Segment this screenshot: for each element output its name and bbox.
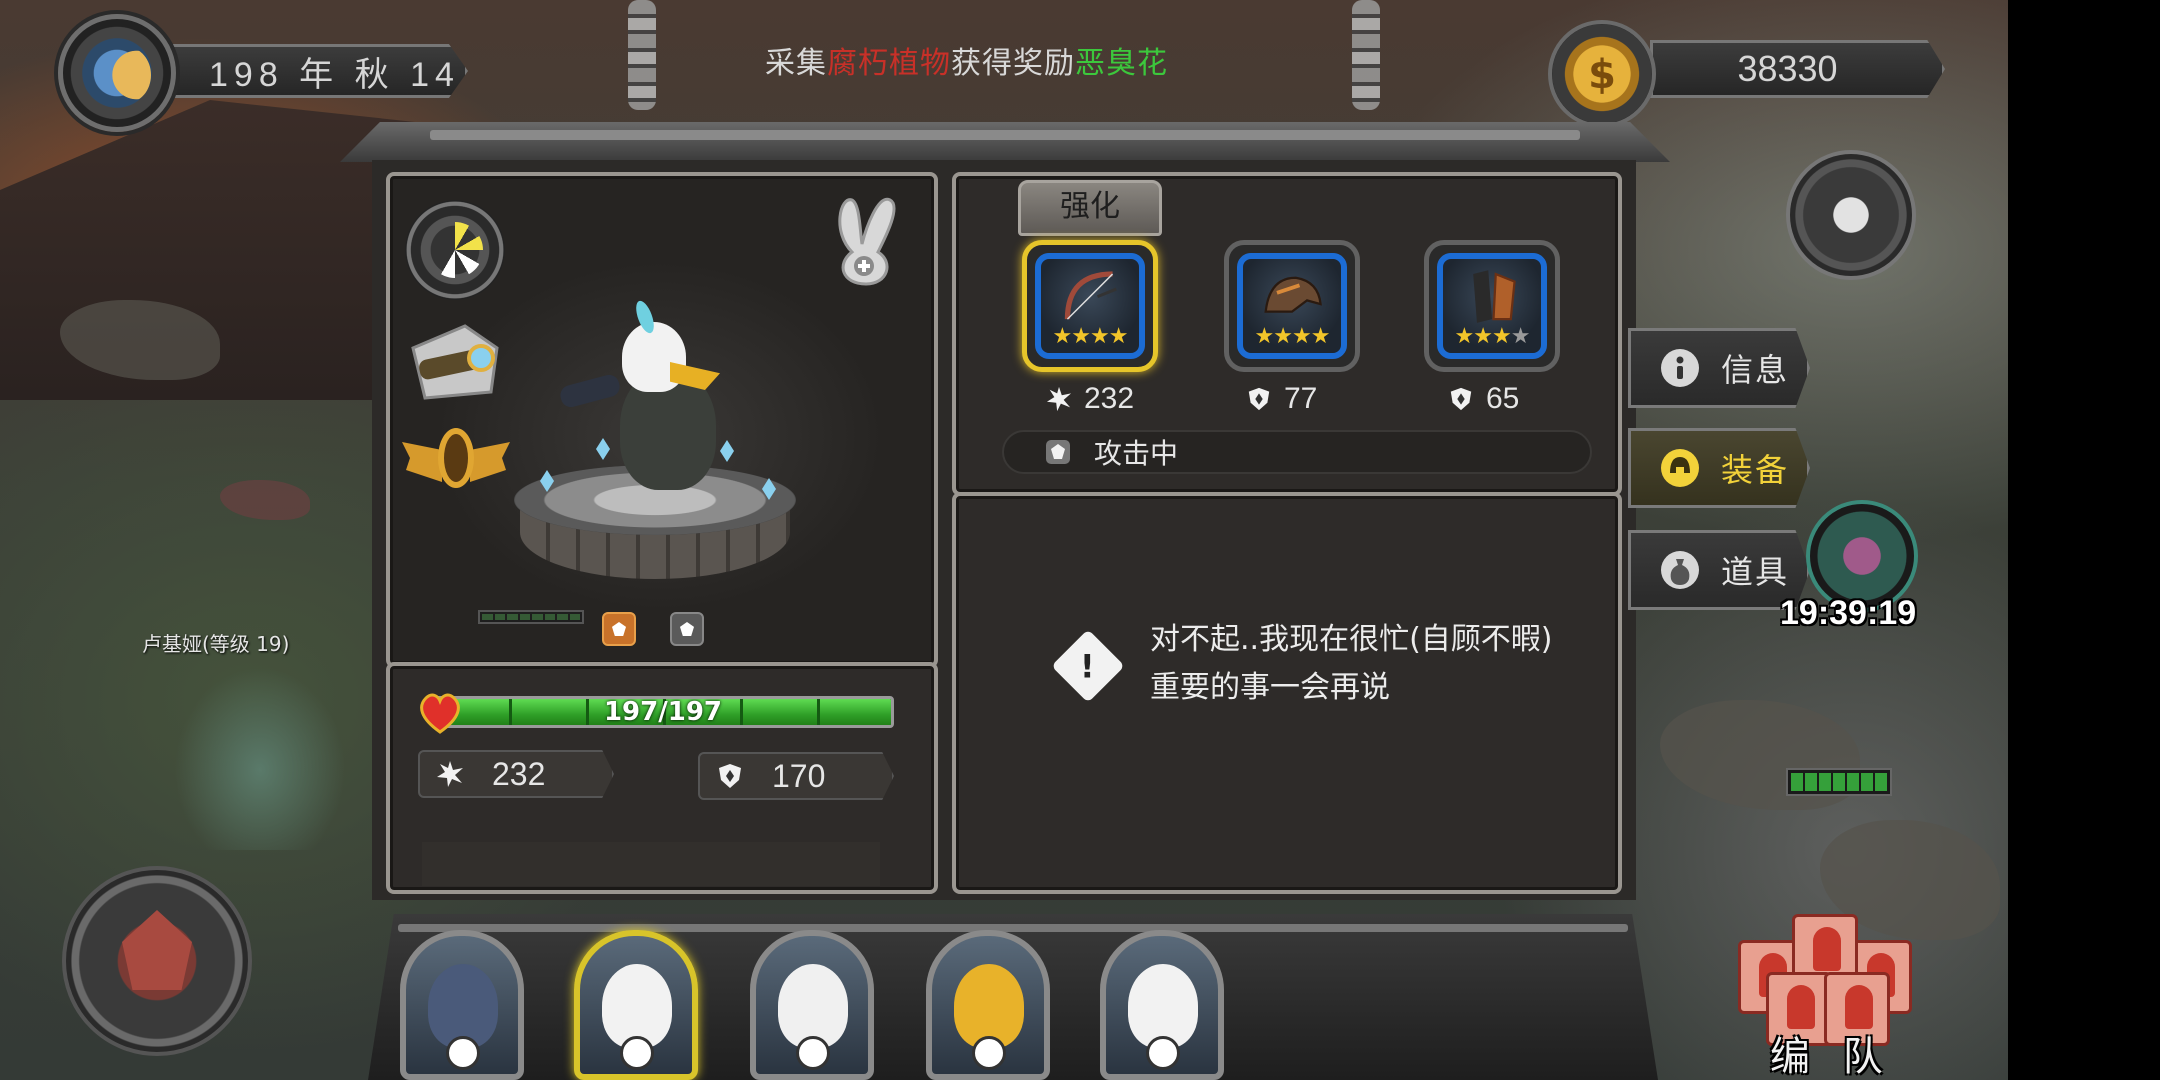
date-text: 198 年 秋 14	[209, 55, 460, 94]
window-top-frame	[340, 122, 1670, 162]
coin-amount: 38330	[1737, 48, 1838, 89]
tab-info[interactable]: 信息	[1628, 328, 1810, 408]
armor-icon	[1473, 270, 1516, 323]
helmet-icon	[1264, 276, 1322, 313]
equip-stat-value: 232	[1084, 382, 1135, 415]
screen-edge	[2008, 0, 2160, 1080]
rank-level	[438, 428, 474, 488]
quest-prefix: 采集	[765, 46, 827, 81]
hero-class-icon	[1146, 1036, 1180, 1070]
status-badge-icon[interactable]	[670, 612, 704, 646]
quest-middle: 获得奖励	[951, 46, 1075, 81]
hero-card-boar[interactable]	[400, 930, 524, 1080]
tab-info-label: 信息	[1721, 351, 1790, 389]
equip-slot-helmet[interactable]: ★★★★	[1224, 240, 1360, 372]
chain-decoration	[1352, 0, 1380, 110]
horse-knight-avatar[interactable]	[1786, 150, 1916, 280]
action-status-row: 攻击中	[1002, 430, 1592, 474]
hero-card-sheep[interactable]	[1100, 930, 1224, 1080]
tab-equipment-label: 装备	[1721, 451, 1790, 489]
home-house-button[interactable]	[62, 866, 252, 1056]
hero-class-icon	[972, 1036, 1006, 1070]
equip-slot-bow[interactable]: ★★★★	[1022, 240, 1158, 372]
equip-stars: ★★★★	[1454, 324, 1531, 349]
equip-stat-value: 65	[1486, 382, 1520, 415]
npc-name-label: 卢基娅(等级 19)	[142, 632, 290, 656]
info-icon	[1661, 349, 1699, 387]
equip-slot-armor[interactable]: ★★★★	[1424, 240, 1560, 372]
empty-stat-slot	[422, 842, 880, 886]
tab-items-label: 道具	[1721, 553, 1790, 591]
skill-ring-icon[interactable]	[405, 200, 505, 300]
season-moon-icon[interactable]	[58, 14, 176, 132]
defense-icon	[1248, 387, 1270, 411]
status-badge-icon	[1046, 440, 1070, 464]
hero-class-icon	[796, 1036, 830, 1070]
hero-class-icon	[446, 1036, 480, 1070]
character-mini-bar	[478, 610, 584, 624]
equip-stars: ★★★★	[1254, 324, 1331, 349]
equip-stars: ★★★★	[1052, 324, 1129, 349]
dialog-message: 对不起..我现在很忙(自顾不暇)重要的事一会再说	[1150, 622, 1553, 705]
quest-target: 腐朽植物	[827, 46, 951, 81]
event-timer: 19:39:19	[1780, 594, 1917, 632]
rank-wings-icon[interactable]	[402, 428, 510, 498]
enemy-hp-bar	[1786, 768, 1892, 796]
defense-stat: 170	[698, 752, 894, 800]
heart-icon	[420, 693, 460, 734]
attack-icon	[1046, 386, 1072, 412]
bow-icon	[1064, 271, 1117, 320]
telescope-map-icon[interactable]	[405, 318, 505, 402]
hero-card-leopard[interactable]	[926, 930, 1050, 1080]
hp-bar: 197/197	[432, 696, 894, 728]
defense-value: 170	[772, 757, 826, 794]
hp-text: 197/197	[603, 697, 723, 727]
action-status-text: 攻击中	[1094, 437, 1179, 470]
team-formation-label: 编 队	[1770, 1034, 1893, 1080]
quest-reward: 恶臭花	[1075, 46, 1168, 81]
hero-card-polar-bear[interactable]	[750, 930, 874, 1080]
coin-display: 38330	[1650, 40, 1945, 98]
gold-coin-icon	[1548, 20, 1656, 128]
rabbit-add-icon[interactable]	[822, 192, 908, 288]
chain-decoration	[628, 0, 656, 110]
equip-stat-armor: 65	[1448, 382, 1519, 416]
date-display: 198 年 秋 14	[150, 44, 468, 98]
quest-banner[interactable]: 采集腐朽植物获得奖励恶臭花	[765, 38, 1168, 82]
enhance-tab[interactable]: 强化	[1018, 180, 1162, 236]
potion-bag-icon	[1661, 551, 1699, 589]
eagle-character-sprite[interactable]	[558, 298, 740, 515]
equip-stat-helmet: 77	[1246, 382, 1317, 416]
hero-card-eagle[interactable]	[574, 930, 698, 1080]
defense-icon	[719, 764, 741, 788]
tab-equipment[interactable]: 装备	[1628, 428, 1810, 508]
equip-stat-value: 77	[1284, 382, 1318, 415]
equip-stat-bow: 232	[1046, 382, 1134, 416]
class-badge-icon[interactable]	[602, 612, 636, 646]
attack-stat: 232	[418, 750, 614, 798]
attack-value: 232	[492, 755, 546, 792]
hero-class-icon	[620, 1036, 654, 1070]
defense-icon	[1450, 387, 1472, 411]
npc-creature[interactable]	[160, 650, 360, 850]
attack-icon	[437, 761, 463, 787]
helmet-icon	[1661, 449, 1699, 487]
